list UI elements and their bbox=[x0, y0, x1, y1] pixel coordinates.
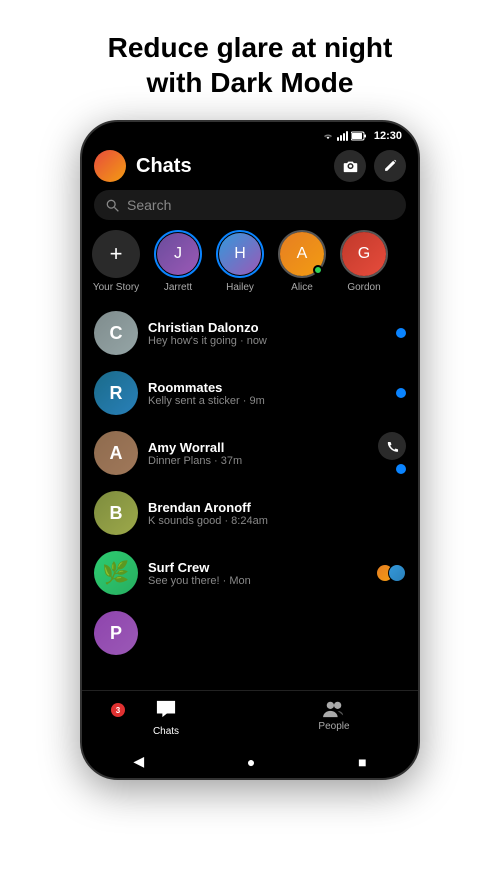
chat-info-amy: Amy Worrall Dinner Plans · 37m bbox=[148, 440, 368, 467]
unread-dot-amy bbox=[396, 464, 406, 474]
camera-button[interactable] bbox=[334, 150, 366, 182]
chat-item-roommates[interactable]: R Roommates Kelly sent a sticker · 9m bbox=[82, 363, 418, 423]
chats-nav-icon bbox=[155, 699, 177, 719]
chat-list: C Christian Dalonzo Hey how's it going ·… bbox=[82, 303, 418, 690]
chat-preview-brendan: K sounds good · 8:24am bbox=[148, 515, 396, 527]
chat-meta-christian bbox=[396, 328, 406, 338]
chats-badge: 3 bbox=[111, 703, 125, 717]
signal-icon bbox=[337, 131, 348, 141]
bottom-nav: 3 Chats People bbox=[82, 690, 418, 747]
phone-icon bbox=[386, 440, 399, 453]
chat-name-amy: Amy Worrall bbox=[148, 440, 368, 455]
add-plus-icon: + bbox=[110, 243, 123, 265]
chat-info-surfcrew: Surf Crew See you there! · Mon bbox=[148, 560, 366, 587]
chat-item-surfcrew[interactable]: 🌿 Surf Crew See you there! · Mon bbox=[82, 543, 418, 603]
chat-info-christian: Christian Dalonzo Hey how's it going · n… bbox=[148, 320, 386, 347]
chat-preview-christian: Hey how's it going · now bbox=[148, 335, 386, 347]
chat-name-roommates: Roommates bbox=[148, 380, 386, 395]
chats-nav-icon-wrapper: 3 bbox=[155, 699, 177, 724]
compose-button[interactable] bbox=[374, 150, 406, 182]
story-item-gordon[interactable]: G Gordon bbox=[340, 230, 388, 293]
story-label-jarrett: Jarrett bbox=[164, 282, 192, 293]
unread-dot-christian bbox=[396, 328, 406, 338]
phone-screen: 12:30 Chats bbox=[82, 122, 418, 778]
story-item-hailey[interactable]: H Hailey bbox=[216, 230, 264, 293]
status-icons: 12:30 bbox=[322, 130, 402, 142]
home-button[interactable]: ● bbox=[247, 754, 255, 770]
stories-row: + Your Story J Jarrett H Hailey bbox=[82, 230, 418, 293]
chat-name-surfcrew: Surf Crew bbox=[148, 560, 366, 575]
story-avatar-jarrett: J bbox=[154, 230, 202, 278]
phone-device: 12:30 Chats bbox=[80, 120, 420, 780]
search-placeholder: Search bbox=[127, 197, 171, 213]
avatar-inner-jarrett: J bbox=[157, 233, 199, 275]
story-label-alice: Alice bbox=[291, 282, 313, 293]
story-avatar-alice: A bbox=[278, 230, 326, 278]
search-bar[interactable]: Search bbox=[94, 190, 406, 220]
chat-avatar-brendan: B bbox=[94, 491, 138, 535]
user-avatar[interactable] bbox=[94, 150, 126, 182]
chat-item-brendan[interactable]: B Brendan Aronoff K sounds good · 8:24am bbox=[82, 483, 418, 543]
compose-icon bbox=[383, 159, 397, 173]
nav-item-people[interactable]: People bbox=[250, 691, 418, 747]
chat-item-amy[interactable]: A Amy Worrall Dinner Plans · 37m bbox=[82, 423, 418, 483]
chat-item-partial[interactable]: P bbox=[82, 603, 418, 663]
story-avatar-gordon: G bbox=[340, 230, 388, 278]
chat-avatar-partial: P bbox=[94, 611, 138, 655]
header-icons bbox=[334, 150, 406, 182]
recents-button[interactable]: ■ bbox=[358, 754, 366, 770]
wifi-icon bbox=[322, 131, 334, 141]
people-nav-label: People bbox=[318, 721, 349, 732]
chat-meta-roommates bbox=[396, 388, 406, 398]
chats-title: Chats bbox=[136, 155, 334, 178]
chat-meta-surfcrew bbox=[376, 564, 406, 582]
story-label-your-story: Your Story bbox=[93, 282, 139, 293]
chat-info-roommates: Roommates Kelly sent a sticker · 9m bbox=[148, 380, 386, 407]
story-item-your-story[interactable]: + Your Story bbox=[92, 230, 140, 293]
avatar-gordon: G bbox=[342, 232, 386, 276]
status-bar: 12:30 bbox=[82, 122, 418, 146]
story-item-jarrett[interactable]: J Jarrett bbox=[154, 230, 202, 293]
chat-avatar-christian: C bbox=[94, 311, 138, 355]
chat-name-christian: Christian Dalonzo bbox=[148, 320, 386, 335]
story-label-hailey: Hailey bbox=[226, 282, 254, 293]
chat-info-brendan: Brendan Aronoff K sounds good · 8:24am bbox=[148, 500, 396, 527]
search-icon bbox=[106, 199, 119, 212]
online-dot-alice bbox=[313, 265, 323, 275]
call-icon-amy[interactable] bbox=[378, 432, 406, 460]
avatar-inner-hailey: H bbox=[219, 233, 261, 275]
unread-dot-roommates bbox=[396, 388, 406, 398]
status-time: 12:30 bbox=[374, 130, 402, 142]
battery-icon bbox=[351, 131, 367, 141]
nav-item-chats[interactable]: 3 Chats bbox=[82, 691, 250, 747]
story-avatar-hailey: H bbox=[216, 230, 264, 278]
story-label-gordon: Gordon bbox=[347, 282, 380, 293]
system-bar: ◀ ● ■ bbox=[82, 747, 418, 778]
group-member-2 bbox=[388, 564, 406, 582]
chat-avatar-roommates: R bbox=[94, 371, 138, 415]
chat-avatar-amy: A bbox=[94, 431, 138, 475]
group-avatars-surfcrew bbox=[376, 564, 406, 582]
chat-preview-amy: Dinner Plans · 37m bbox=[148, 455, 368, 467]
people-nav-icon bbox=[323, 699, 345, 719]
back-button[interactable]: ◀ bbox=[133, 753, 144, 770]
page-title: Reduce glare at night with Dark Mode bbox=[68, 0, 433, 120]
chat-meta-amy bbox=[378, 432, 406, 474]
chat-name-brendan: Brendan Aronoff bbox=[148, 500, 396, 515]
chat-item-christian[interactable]: C Christian Dalonzo Hey how's it going ·… bbox=[82, 303, 418, 363]
header: Chats bbox=[82, 146, 418, 190]
chat-preview-surfcrew: See you there! · Mon bbox=[148, 575, 366, 587]
chat-preview-roommates: Kelly sent a sticker · 9m bbox=[148, 395, 386, 407]
story-item-alice[interactable]: A Alice bbox=[278, 230, 326, 293]
chats-nav-label: Chats bbox=[153, 726, 179, 737]
camera-icon bbox=[343, 160, 358, 173]
add-story-button[interactable]: + bbox=[92, 230, 140, 278]
chat-avatar-surfcrew: 🌿 bbox=[94, 551, 138, 595]
